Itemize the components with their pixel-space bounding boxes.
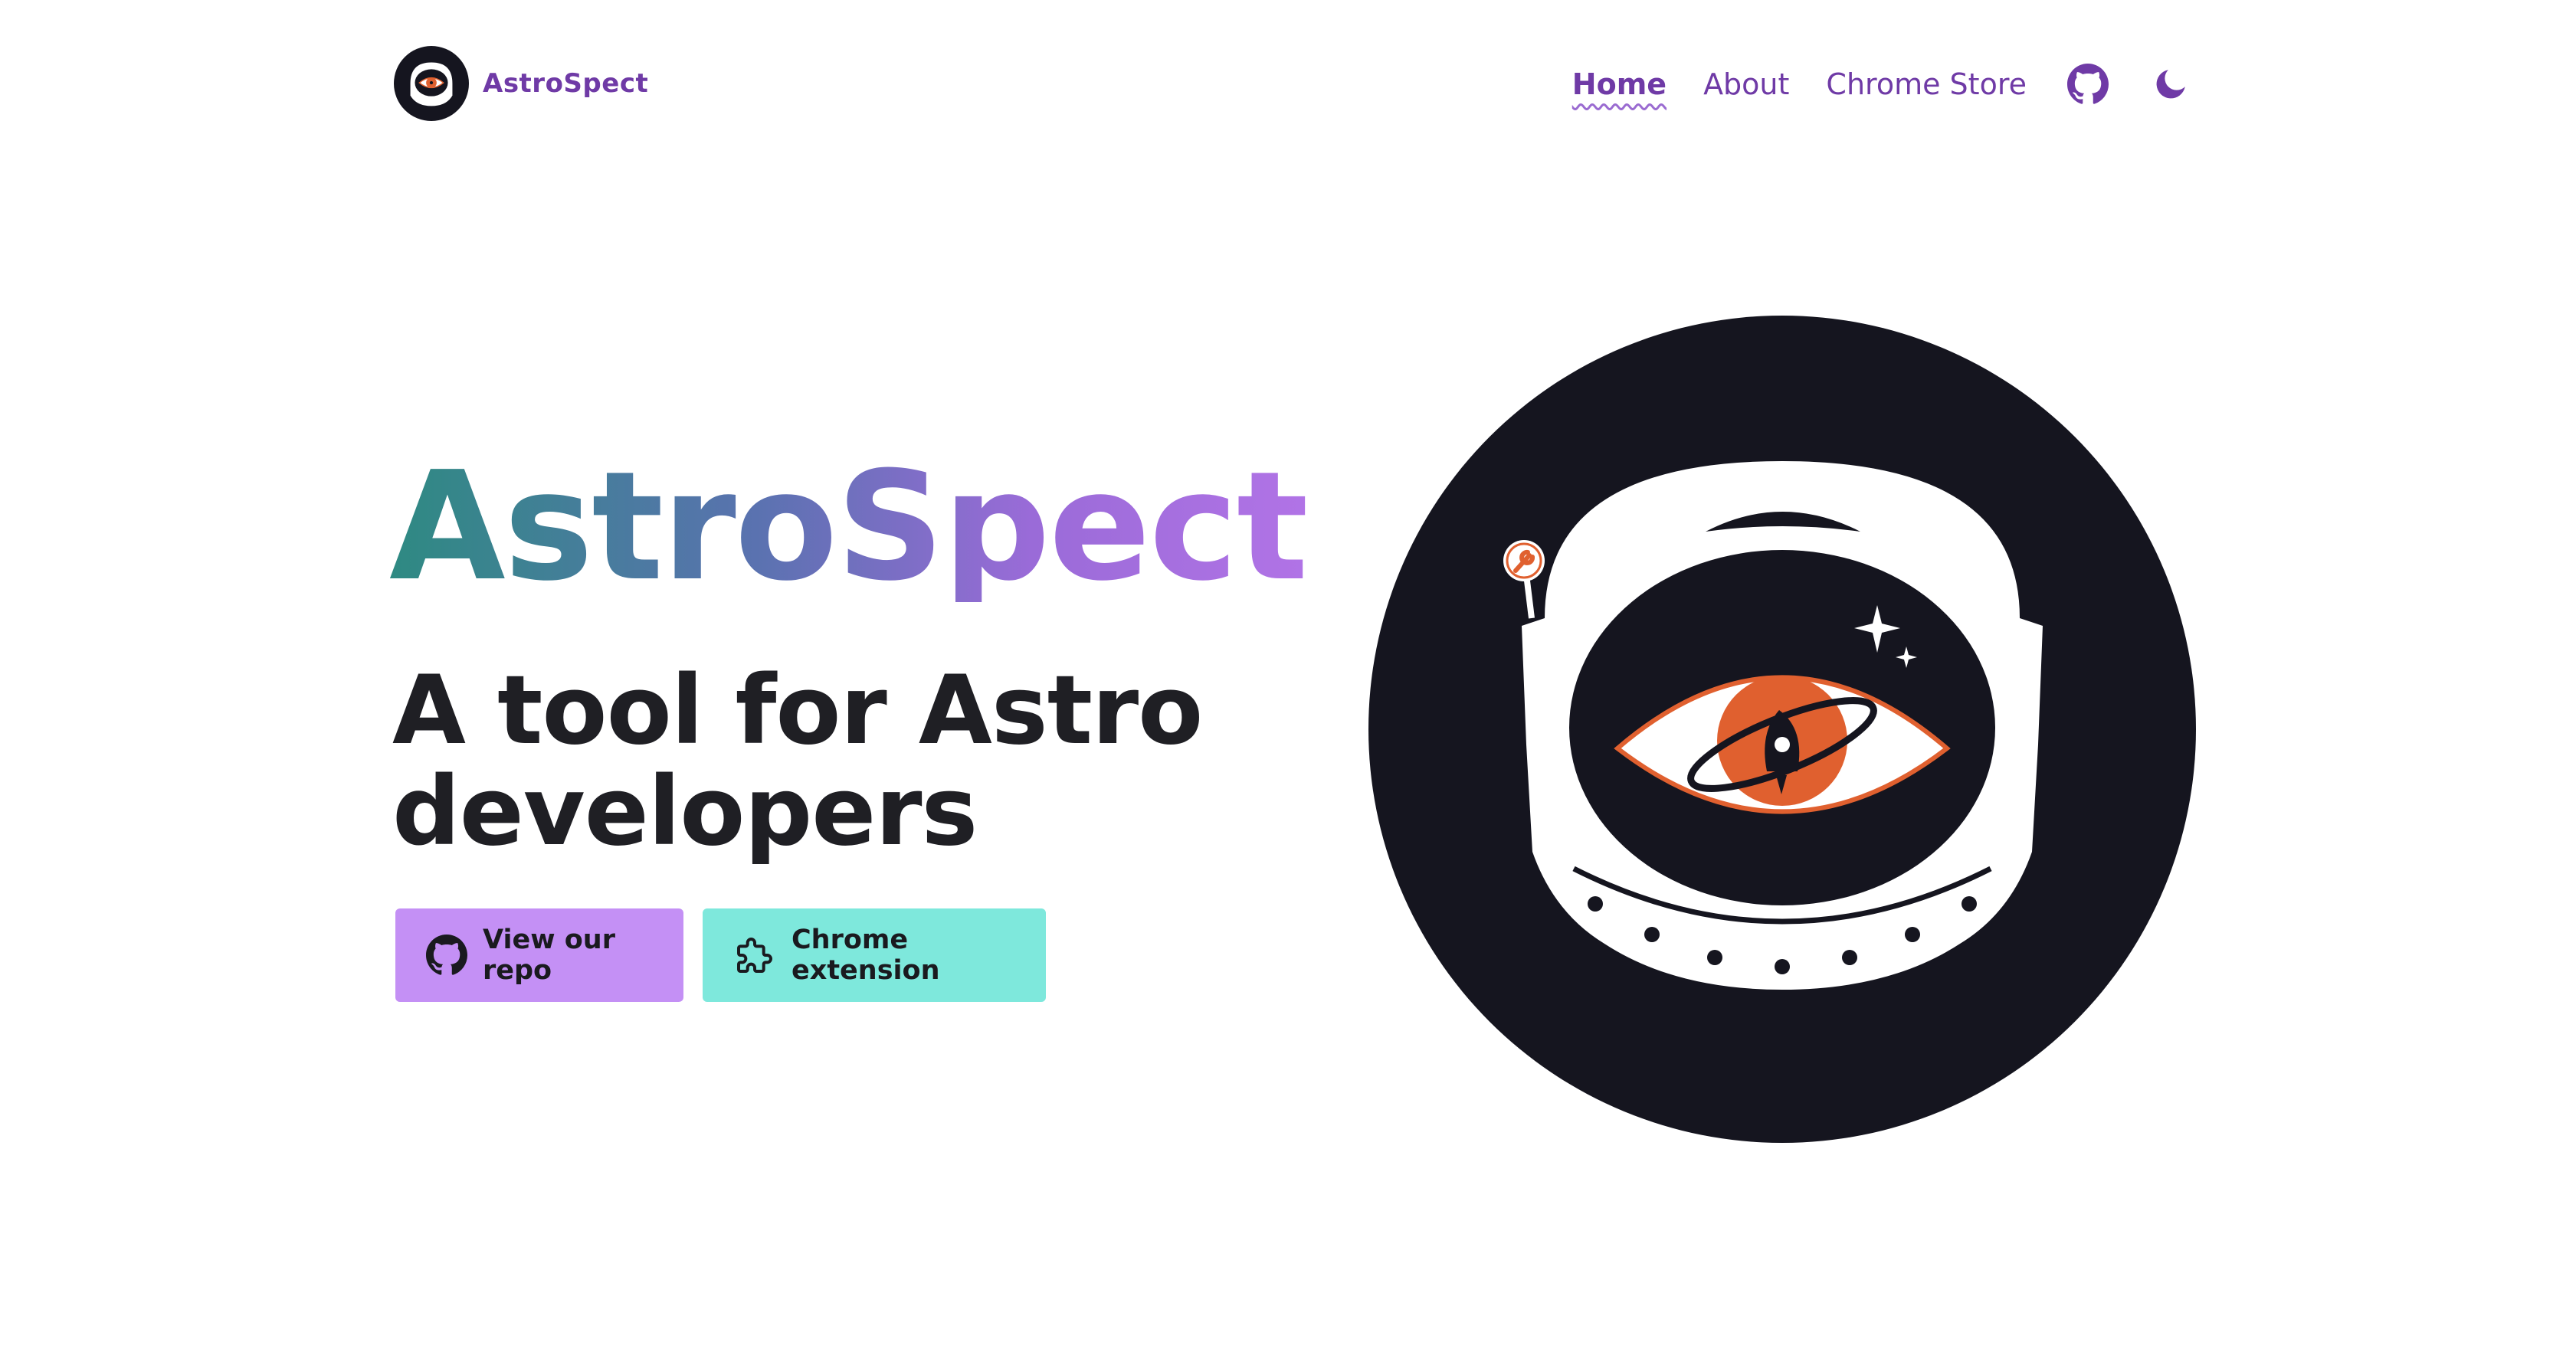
hero-subtitle: A tool for Astro developers [392, 656, 1203, 867]
github-link[interactable] [2066, 63, 2109, 106]
chrome-extension-label: Chrome extension [791, 925, 940, 986]
chrome-extension-button[interactable]: Chrome extension [703, 908, 1046, 1002]
brand-name: AstroSpect [483, 68, 649, 99]
puzzle-icon [737, 938, 772, 973]
view-repo-label: View our repo [483, 925, 615, 986]
nav-link-chrome-store[interactable]: Chrome Store [1826, 70, 2027, 99]
astronaut-eye-logo-icon [394, 46, 469, 121]
moon-icon [2156, 70, 2185, 99]
site-header: AstroSpect Home About Chrome Store [0, 0, 2576, 169]
github-icon [2067, 64, 2109, 104]
github-icon [426, 935, 467, 975]
brand-home-link[interactable]: AstroSpect [394, 46, 648, 121]
nav-link-about[interactable]: About [1703, 70, 1789, 99]
nav-link-home[interactable]: Home [1572, 70, 1667, 99]
view-repo-button[interactable]: View our repo [395, 908, 683, 1002]
main-nav: Home About Chrome Store [1572, 54, 2192, 115]
hero-title: AstroSpect [389, 440, 1309, 614]
cta-row: View our repo Chrome extension [395, 908, 1046, 1002]
astronaut-helmet-illustration [1368, 316, 2196, 1143]
theme-toggle-button[interactable] [2149, 63, 2192, 106]
